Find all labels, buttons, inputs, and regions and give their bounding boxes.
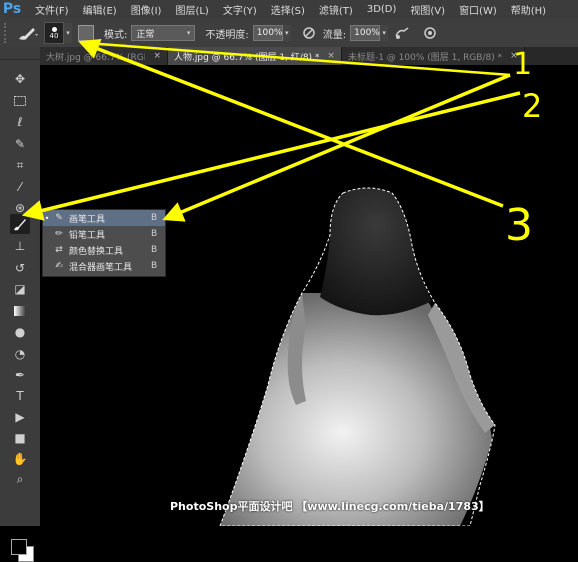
watermark-text: PhotoShop平面设计吧 【www.linecg.com/tieba/178…: [170, 500, 490, 513]
foreground-color-swatch[interactable]: [11, 539, 27, 555]
annotation-number-3: 3: [505, 200, 533, 251]
annotation-arrow-2: [21, 91, 521, 221]
annotation-number-2: 2: [522, 87, 542, 125]
annotation-number-1: 1: [513, 47, 532, 82]
annotation-overlay: 1 2 3: [21, 39, 542, 251]
